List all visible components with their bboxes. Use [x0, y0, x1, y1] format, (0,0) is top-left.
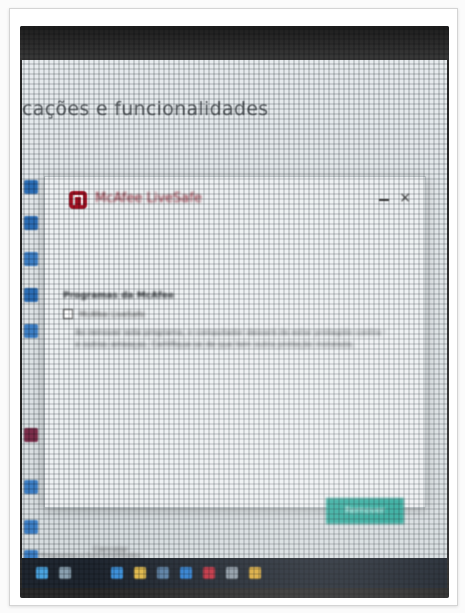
background-app-list [22, 180, 44, 564]
uninstall-dialog: McAfee LiveSafe × Programas da McAfee Mc… [44, 176, 426, 554]
mail-icon[interactable] [180, 567, 192, 579]
app-list-icon[interactable] [24, 216, 38, 230]
product-checkbox-label: McAfee LiveSafe [79, 309, 145, 319]
product-checkbox[interactable] [63, 309, 73, 319]
section-heading: Programas da McAfee [63, 291, 175, 301]
dialog-title: McAfee LiveSafe [95, 191, 202, 206]
mcafee-icon[interactable] [203, 567, 215, 579]
mcafee-logo-icon [69, 191, 87, 209]
warning-text: Ao remover este programa, o computador d… [75, 327, 385, 351]
app-list-icon[interactable] [24, 428, 38, 442]
taskbar [22, 558, 447, 588]
app-list-icon[interactable] [24, 520, 38, 534]
dialog-titlebar: McAfee LiveSafe × [45, 177, 425, 225]
app-list-icon[interactable] [24, 480, 38, 494]
app-list-icon[interactable] [24, 288, 38, 302]
app-list-icon[interactable] [24, 180, 38, 194]
chrome-icon[interactable] [249, 567, 261, 579]
monitor-screen: cações e funcionalidades McAfee LiveSafe… [22, 60, 447, 580]
search-icon[interactable] [59, 567, 71, 579]
minimize-icon[interactable] [379, 199, 389, 201]
app-list-icon[interactable] [24, 252, 38, 266]
warning-line: Ao remover este programa, o computador d… [75, 328, 385, 337]
store-icon[interactable] [157, 567, 169, 579]
monitor-bezel [20, 26, 449, 60]
windows-icon[interactable] [36, 567, 48, 579]
remove-button[interactable]: Remover [326, 498, 404, 524]
photo: cações e funcionalidades McAfee LiveSafe… [20, 26, 449, 598]
edge-icon[interactable] [111, 567, 123, 579]
app-list-icon[interactable] [24, 324, 38, 338]
settings-icon[interactable] [226, 567, 238, 579]
explorer-icon[interactable] [134, 567, 146, 579]
product-checkbox-row[interactable]: McAfee LiveSafe [63, 309, 145, 319]
close-icon[interactable]: × [399, 191, 411, 205]
warning-line: e outras ameaças. Certifique-se de que t… [75, 340, 355, 349]
page-title: cações e funcionalidades [22, 98, 269, 120]
